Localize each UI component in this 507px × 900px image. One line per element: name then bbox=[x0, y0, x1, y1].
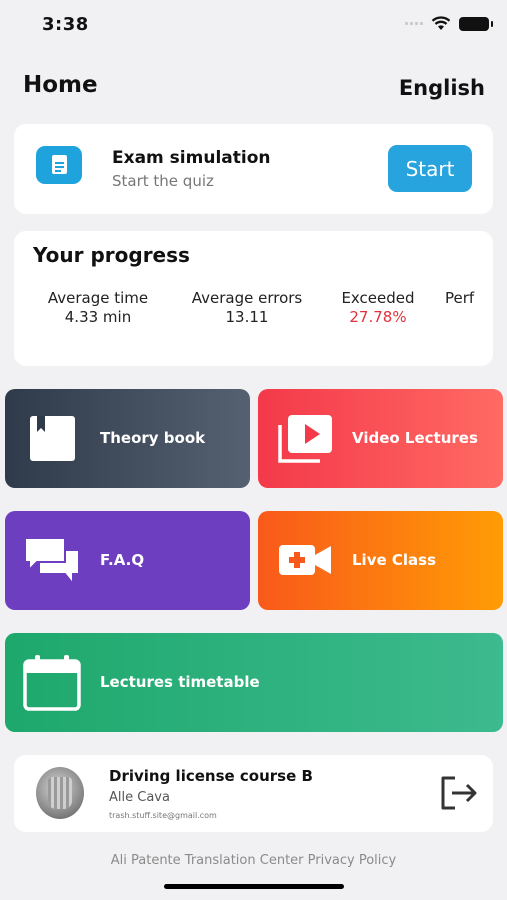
signal-icon bbox=[405, 22, 423, 25]
video-lectures-tile[interactable]: Video Lectures bbox=[258, 389, 503, 488]
progress-card: Your progress Average time 4.33 min Aver… bbox=[14, 231, 493, 366]
live-class-tile[interactable]: Live Class bbox=[258, 511, 503, 610]
home-indicator[interactable] bbox=[164, 884, 344, 889]
video-camera-add-icon bbox=[279, 545, 331, 575]
avatar bbox=[36, 767, 84, 819]
status-icons bbox=[405, 16, 493, 31]
tile-label: Theory book bbox=[100, 429, 206, 447]
faq-tile[interactable]: F.A.Q bbox=[5, 511, 250, 610]
stat-value: 27.78% bbox=[349, 308, 407, 326]
exam-title: Exam simulation bbox=[112, 148, 271, 168]
page-title: Home bbox=[23, 72, 98, 98]
exam-simulation-card[interactable]: Exam simulation Start the quiz Start bbox=[14, 124, 493, 214]
video-library-icon bbox=[278, 415, 332, 463]
author-name: Alle Cava bbox=[109, 790, 170, 805]
tile-label: Video Lectures bbox=[352, 429, 478, 447]
battery-icon bbox=[459, 16, 493, 31]
footer-link[interactable]: Ali Patente Translation Center Privacy P… bbox=[0, 853, 507, 868]
stat-label: Average time bbox=[47, 289, 149, 307]
progress-stats[interactable]: Average time 4.33 min Average errors 13.… bbox=[14, 289, 493, 329]
stat-label: Exceeded bbox=[341, 289, 415, 307]
stat-exceeded: Exceeded 27.78% bbox=[332, 289, 424, 326]
chat-bubbles-icon bbox=[24, 537, 80, 586]
document-icon bbox=[36, 146, 82, 184]
tile-label: Live Class bbox=[352, 551, 437, 569]
status-time: 3:38 bbox=[42, 14, 89, 35]
user-email: trash.stuff.site@gmail.com bbox=[109, 811, 217, 820]
book-icon bbox=[30, 416, 75, 461]
logout-icon[interactable] bbox=[439, 775, 479, 811]
calendar-icon bbox=[23, 655, 81, 711]
stat-average-time: Average time 4.33 min bbox=[38, 289, 158, 326]
profile-card: Driving license course B Alle Cava trash… bbox=[14, 755, 493, 832]
lectures-timetable-tile[interactable]: Lectures timetable bbox=[5, 633, 503, 732]
language-button[interactable]: English bbox=[399, 76, 485, 100]
start-button[interactable]: Start bbox=[388, 145, 472, 192]
stat-value: 13.11 bbox=[225, 308, 269, 326]
stat-label: Perf bbox=[445, 289, 475, 307]
course-name: Driving license course B bbox=[109, 767, 313, 785]
stat-performance: Perf bbox=[445, 289, 493, 307]
stat-value: 4.33 min bbox=[64, 308, 132, 326]
exam-subtitle: Start the quiz bbox=[112, 172, 214, 190]
theory-book-tile[interactable]: Theory book bbox=[5, 389, 250, 488]
stat-average-errors: Average errors 13.11 bbox=[180, 289, 314, 326]
tile-label: F.A.Q bbox=[100, 551, 145, 569]
progress-title: Your progress bbox=[33, 243, 190, 267]
wifi-icon bbox=[431, 16, 451, 30]
status-bar: 3:38 bbox=[0, 0, 507, 50]
tile-label: Lectures timetable bbox=[100, 673, 260, 691]
stat-label: Average errors bbox=[191, 289, 303, 307]
